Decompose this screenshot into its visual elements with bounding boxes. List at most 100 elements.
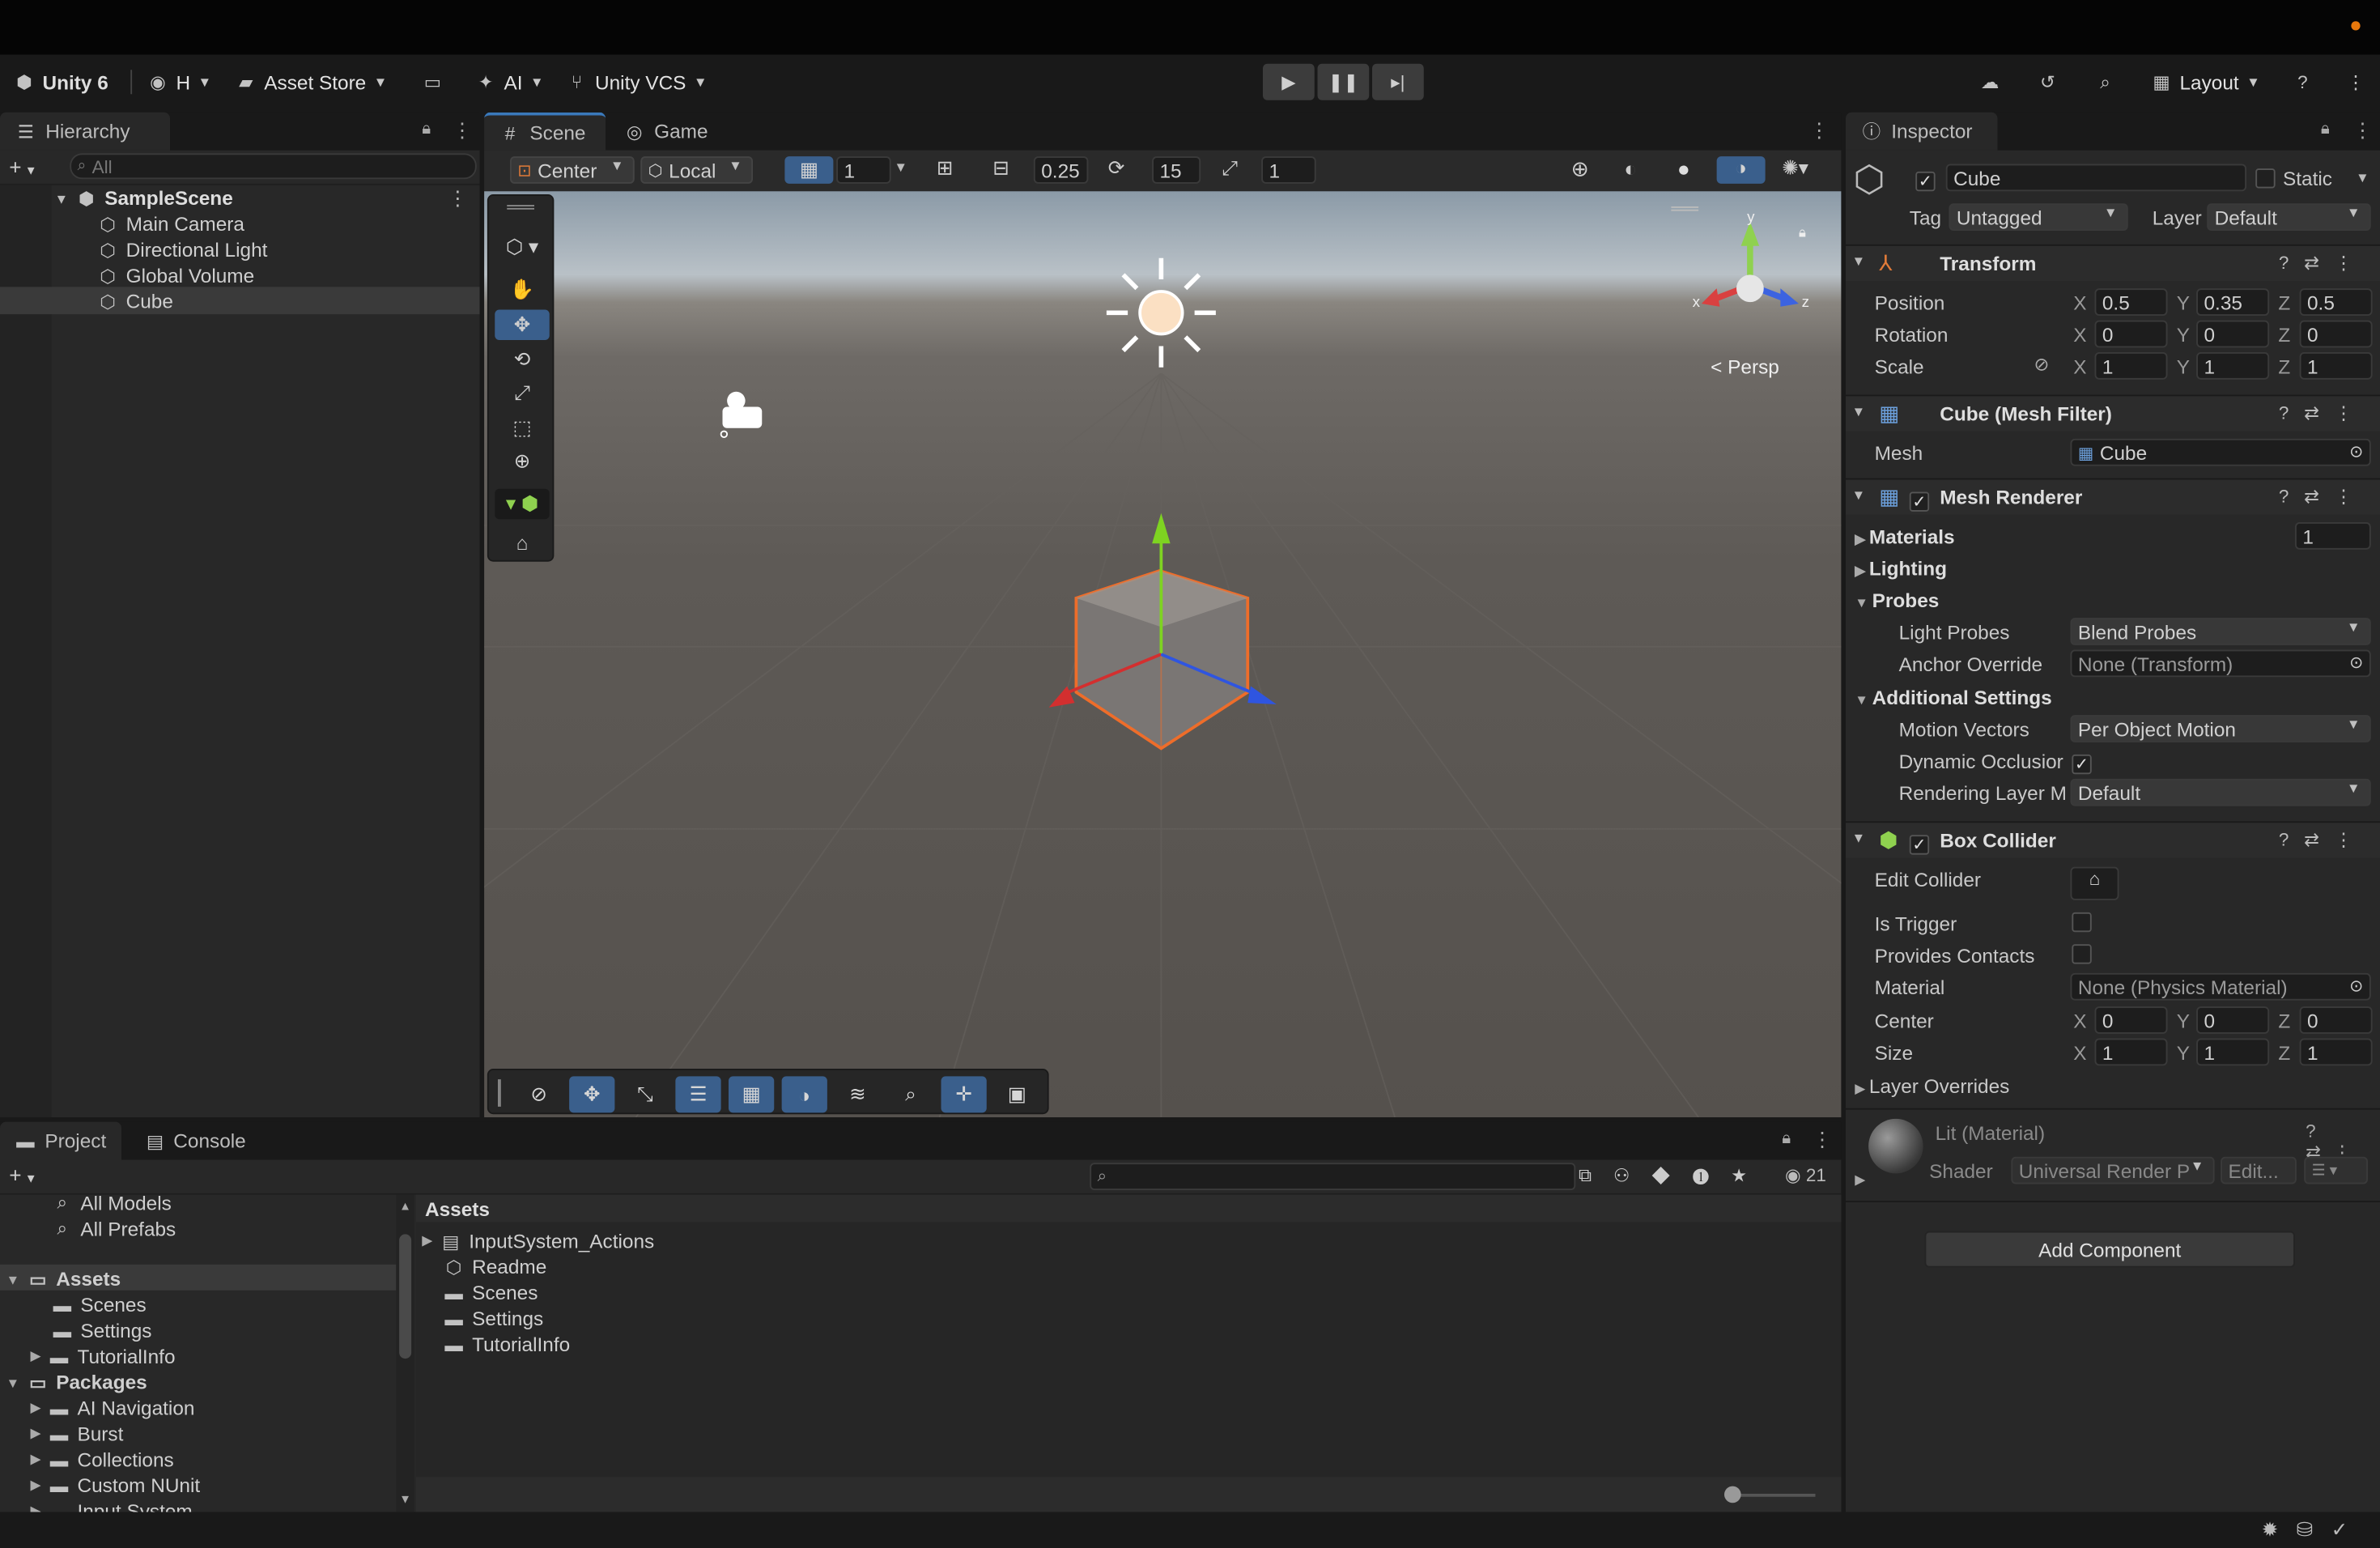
lock-icon[interactable]: 🔒︎ <box>1782 1129 1791 1149</box>
grid-toggle-button[interactable]: ▦ <box>784 156 834 184</box>
icon-size-slider-thumb[interactable] <box>1724 1486 1741 1503</box>
project-search-input[interactable]: ⌕ <box>1090 1163 1576 1190</box>
tab-game[interactable]: ◎ Game <box>609 113 730 151</box>
mesh-renderer-header[interactable]: ▼ ▦ ✓ Mesh Renderer ?⇄⋮ <box>1846 478 2380 515</box>
rect-tool-button[interactable]: ⬚ <box>495 413 550 444</box>
gizmo-lock-icon[interactable]: 🔒︎ <box>1799 225 1806 242</box>
play-button[interactable]: ▶ <box>1263 63 1315 100</box>
scrollbar-thumb[interactable] <box>399 1234 412 1359</box>
ai-button[interactable]: ✦ AI ▼ <box>475 67 544 98</box>
chevron-down-icon[interactable]: ▼ <box>894 159 907 175</box>
scale-y-input[interactable]: 1 <box>2196 352 2270 380</box>
more-vertical-icon[interactable]: ⋮ <box>1809 118 1829 142</box>
hierarchy-item[interactable]: ⬡ Global Volume <box>97 262 254 288</box>
favorite-search-item[interactable]: ⌕ All Models <box>52 1195 172 1216</box>
expand-arrow-icon[interactable]: ▶ <box>1855 1172 1865 1189</box>
lock-icon[interactable]: 🔒︎ <box>422 120 431 139</box>
camera-icon[interactable] <box>720 391 763 438</box>
additional-settings-foldout[interactable]: ▼ Additional Settings <box>1855 687 2052 709</box>
enabled-checkbox[interactable]: ✓ <box>1909 487 1930 515</box>
anchor-override-field[interactable]: None (Transform) ⊙ <box>2070 649 2371 678</box>
project-filter-icons[interactable]: ⧉⚇◆❶★ <box>1579 1164 1769 1187</box>
scale-z-input[interactable]: 1 <box>2299 352 2373 380</box>
edit-shader-button[interactable]: Edit... <box>2221 1156 2297 1184</box>
link-scale-icon[interactable]: ⊘ <box>2034 354 2050 375</box>
transform-tool-button[interactable]: ⊕ <box>495 446 550 477</box>
rotate-snap-icon[interactable]: ⟳ <box>1108 156 1124 181</box>
create-add-button[interactable]: + ▼ <box>9 1163 36 1187</box>
rotation-x-input[interactable]: 0 <box>2094 320 2168 348</box>
rotation-y-input[interactable]: 0 <box>2196 320 2270 348</box>
scale-snap-input[interactable]: 1 <box>1261 156 1316 184</box>
create-add-button[interactable]: + ▼ <box>9 155 36 179</box>
layout-dropdown[interactable]: ▦ Layout ▼ <box>2151 67 2259 98</box>
box-collider-header[interactable]: ▼ ⬢ ✓ Box Collider ?⇄⋮ <box>1846 821 2380 858</box>
pivot-dropdown[interactable]: ⊡ Center ▼ <box>510 156 635 184</box>
tree-folder-item[interactable]: ▬ Settings <box>52 1318 152 1344</box>
drag-handle-icon[interactable] <box>507 205 534 210</box>
edit-collider-tool-button[interactable]: ⌂ <box>495 527 550 558</box>
step-button[interactable]: ▸| <box>1372 63 1424 100</box>
help-button[interactable]: ? <box>2292 67 2313 98</box>
tab-scene[interactable]: # Scene <box>484 112 606 151</box>
materials-foldout[interactable]: ▶ Materials <box>1855 525 1954 548</box>
hand-tool-button[interactable]: ✋ <box>495 274 550 305</box>
scene-row[interactable]: ▼ ⬢ SampleScene ⋮ <box>55 185 480 211</box>
size-y-input[interactable]: 1 <box>2196 1038 2270 1066</box>
materials-count-input[interactable]: 1 <box>2295 522 2371 550</box>
hierarchy-item[interactable]: ⬡ Directional Light <box>97 237 267 263</box>
more-button[interactable]: ⋮ <box>2345 67 2366 98</box>
package-icon-button[interactable]: ▭ <box>422 67 443 98</box>
directional-light-icon[interactable] <box>1106 257 1216 368</box>
tree-folder-item[interactable]: ▶ ▬ Collections <box>31 1447 174 1473</box>
mesh-filter-header[interactable]: ▼ ▦ Cube (Mesh Filter) ?⇄⋮ <box>1846 394 2380 432</box>
mesh-object-field[interactable]: ▦ Cube ⊙ <box>2070 438 2371 466</box>
lighting-overlay-button[interactable]: ◑ <box>781 1076 827 1113</box>
size-z-input[interactable]: 1 <box>2299 1038 2373 1066</box>
drag-handle-icon[interactable] <box>498 1079 501 1107</box>
pause-button[interactable]: ❚❚ <box>1317 63 1370 100</box>
camera-overlay-button[interactable]: ▣ <box>994 1076 1039 1112</box>
lighting-foldout[interactable]: ▶ Lighting <box>1855 557 1947 580</box>
shader-dropdown[interactable]: Universal Render P ▼ <box>2011 1156 2215 1184</box>
move-snap-input[interactable]: 0.25 <box>1033 156 1089 184</box>
tree-folder-item[interactable]: ▬ Scenes <box>52 1292 147 1318</box>
shaded-mode-icon[interactable]: ● <box>1677 156 1690 181</box>
scale-overlay-button[interactable]: ⤡ <box>623 1076 668 1112</box>
file-item[interactable]: ▬ TutorialInfo <box>444 1331 570 1357</box>
object-picker-icon[interactable]: ⊙ <box>2349 653 2363 673</box>
scale-snap-icon[interactable]: ⤢ <box>1222 156 1238 181</box>
view-mode-dropdown[interactable]: ⬡ ▾ <box>495 232 550 263</box>
object-picker-icon[interactable]: ⊙ <box>2349 976 2363 997</box>
component-header-icons[interactable]: ?⇄⋮ <box>2279 486 2368 507</box>
is-trigger-checkbox[interactable] <box>2072 912 2092 940</box>
move-snap-button[interactable]: ✥ <box>569 1076 615 1113</box>
component-header-icons[interactable]: ?⇄⋮ <box>2279 252 2368 273</box>
tree-folder-item[interactable]: ▶ ▬ TutorialInfo <box>31 1343 176 1369</box>
more-vertical-icon[interactable]: ⋮ <box>453 118 472 142</box>
shader-options-dropdown[interactable]: ☰ ▾ <box>2304 1156 2368 1184</box>
position-z-input[interactable]: 0.5 <box>2299 288 2373 316</box>
tab-project[interactable]: ▬ Project <box>0 1121 121 1160</box>
scene-viewport[interactable]: y x z 🔒︎ < Persp ⬡ ▾ ✋ ✥ ⟲ ⤢ ⬚ ⊕ ▾ ⬢ ⌂ ⊘… <box>484 191 1842 1117</box>
component-header-icons[interactable]: ?⇄⋮ <box>2279 402 2368 423</box>
scale-x-input[interactable]: 1 <box>2094 352 2168 380</box>
static-checkbox[interactable] <box>2255 168 2276 196</box>
grid-size-input[interactable]: 1 <box>836 156 891 184</box>
component-header-icons[interactable]: ?⇄⋮ <box>2279 829 2368 850</box>
scroll-down-icon[interactable]: ▼ <box>399 1492 411 1506</box>
object-name-input[interactable]: Cube <box>1945 164 2246 192</box>
render-mode-icon[interactable]: ◐ <box>1624 156 1637 181</box>
edit-collider-button[interactable]: ⌂ <box>2070 866 2119 900</box>
more-vertical-icon[interactable]: ⋮ <box>1813 1128 1832 1152</box>
hierarchy-item[interactable]: ⬡ Main Camera <box>97 211 244 237</box>
light-probes-dropdown[interactable]: Blend Probes ▼ <box>2070 618 2371 645</box>
tab-inspector[interactable]: ⓘ Inspector <box>1846 112 1998 151</box>
hierarchy-search-input[interactable]: ⌕ All <box>70 153 477 180</box>
tree-root-assets[interactable]: ▼ ▭ Assets <box>6 1266 121 1292</box>
motion-vectors-dropdown[interactable]: Per Object Motion ▼ <box>2070 715 2371 742</box>
transform-header[interactable]: ▼ ⅄ Transform ?⇄⋮ <box>1846 244 2380 281</box>
rotation-z-input[interactable]: 0 <box>2299 320 2373 348</box>
pivot-overlay-button[interactable]: ✛ <box>941 1076 987 1113</box>
icon-size-slider-track[interactable] <box>1730 1494 1816 1497</box>
